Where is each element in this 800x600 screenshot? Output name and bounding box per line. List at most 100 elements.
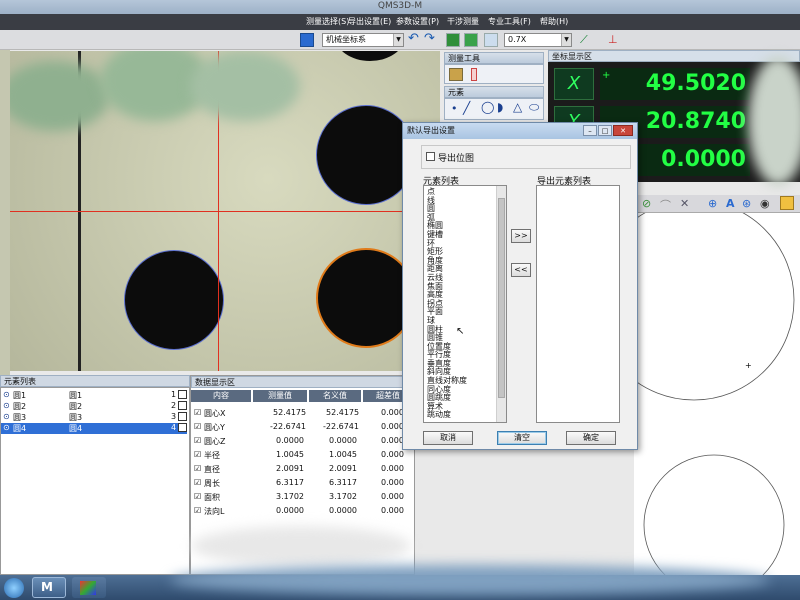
graphics-area[interactable]: + [593, 195, 800, 596]
element-checkbox[interactable] [178, 390, 187, 399]
measured-value: 6.3117 [276, 478, 304, 487]
app2-taskbar-button[interactable] [72, 577, 106, 598]
row-checkbox-icon[interactable]: ☑ [194, 436, 201, 445]
minimize-button[interactable]: – [583, 125, 597, 136]
row-checkbox-icon[interactable]: ☑ [194, 464, 201, 473]
crosshair-horizontal [10, 211, 440, 212]
tolerance-value: 0.000 [381, 478, 404, 487]
menu-help[interactable]: 帮助(H) [540, 16, 568, 27]
zoom-select[interactable]: 0.7X ▼ [504, 33, 572, 47]
snap-icon[interactable] [780, 196, 794, 210]
element-checkbox[interactable] [178, 412, 187, 421]
row-label: 直径 [204, 465, 220, 474]
menu-pro-tools[interactable]: 专业工具(F) [488, 16, 531, 27]
camera-view[interactable] [10, 51, 440, 371]
element-option[interactable]: 圆 [427, 205, 497, 214]
table-row[interactable]: ☑ 面积 3.1702 3.1702 0.000 [191, 490, 416, 504]
grid-tool-icon[interactable] [484, 33, 498, 47]
element-listbox[interactable]: 点线圆弧椭圆 键槽环矩形 角度 距离 云线 焦面 高度 拐点 平面球圆柱 圆锥 位置度 平行度 垂直度斜… [423, 185, 507, 423]
menu-export-settings[interactable]: 导出设置(E) [348, 16, 391, 27]
hole-bottom-left[interactable] [124, 250, 224, 350]
ok-button[interactable]: 确定 [566, 431, 616, 445]
qms-app-taskbar-button[interactable]: M [32, 577, 66, 598]
tolerance-value: 0.000 [381, 408, 404, 417]
undo-icon[interactable]: ↶ [408, 32, 422, 47]
menu-interference[interactable]: 干涉测量 [447, 16, 479, 27]
element-checkbox[interactable] [178, 401, 187, 410]
table-row[interactable]: ☑ 法向L 0.0000 0.0000 0.000 [191, 504, 416, 518]
fit-icon[interactable]: ⊛ [742, 197, 751, 210]
auto-zoom-icon[interactable]: A [726, 197, 735, 210]
elements-header: 元素 [444, 86, 544, 98]
redo-icon[interactable]: ↷ [424, 32, 438, 47]
light-tool-icon[interactable] [471, 68, 477, 81]
element-option[interactable]: 跳动度 [427, 411, 497, 420]
zoom-icon[interactable]: ⊕ [708, 197, 717, 210]
row-checkbox-icon[interactable]: ☑ [194, 450, 201, 459]
trend-icon[interactable]: ⟋ [580, 33, 594, 47]
element-option[interactable]: 点 [427, 187, 497, 197]
remove-element-button[interactable]: << [511, 263, 531, 277]
cancel-circle-icon[interactable]: ⊘ [642, 197, 651, 210]
camera-tool-icon[interactable] [449, 68, 463, 81]
arc-tool-icon[interactable]: ◗ [497, 100, 503, 114]
table-row[interactable]: ☑ 直径 2.0091 2.0091 0.000 [191, 462, 416, 476]
clear-button[interactable]: 清空 [497, 431, 547, 445]
scrollbar-thumb[interactable] [498, 198, 505, 398]
circle-tool-icon[interactable]: ◯ [481, 100, 494, 114]
list-item-selected[interactable]: ⊙ 圆4 圆4 4 [1, 423, 187, 434]
curve-icon[interactable]: ⌒ [660, 197, 671, 213]
list-item[interactable]: ⊙ 圆3 圆3 3 [1, 412, 187, 423]
nominal-value: -22.6741 [323, 422, 359, 431]
row-checkbox-icon[interactable]: ☑ [194, 478, 201, 487]
axis-icon[interactable]: ⊥ [608, 33, 622, 47]
row-checkbox-icon[interactable]: ☑ [194, 408, 201, 417]
element-option[interactable]: 线 [427, 196, 497, 206]
table-row[interactable]: ☑ 圆心Y -22.6741 -22.6741 0.000 [191, 420, 416, 434]
hole-bottom-right-selected[interactable] [316, 248, 416, 348]
point-tool-icon[interactable]: • [451, 102, 458, 115]
table-row[interactable]: ☑ 半径 1.0045 1.0045 0.000 [191, 448, 416, 462]
list-item[interactable]: ⊙ 圆1 圆1 1 [1, 390, 187, 401]
table-row[interactable]: ☑ 圆心Z 0.0000 0.0000 0.000 [191, 434, 416, 448]
checkbox-group: 导出位图 [421, 145, 631, 169]
triangle-tool-icon[interactable]: △ [513, 100, 522, 114]
add-element-button[interactable]: >> [511, 229, 531, 243]
measured-value: 1.0045 [276, 450, 304, 459]
eye-icon[interactable]: ◉ [760, 197, 770, 210]
menu-param-settings[interactable]: 参数设置(P) [396, 16, 439, 27]
element-option[interactable]: 平面 [427, 308, 497, 317]
close-button[interactable]: ✕ [613, 125, 633, 136]
coord-system-select[interactable]: 机械坐标系 ▼ [322, 33, 404, 47]
export-listbox[interactable] [536, 185, 620, 423]
element-option[interactable]: 键槽 [427, 230, 497, 240]
table-row[interactable]: ☑ 圆心X 52.4175 52.4175 0.000 [191, 406, 416, 420]
cancel-button[interactable]: 取消 [423, 431, 473, 445]
row-checkbox-icon[interactable]: ☑ [194, 506, 201, 515]
blue-toggle-button[interactable] [300, 33, 314, 47]
menu-measure-select[interactable]: 测量选择(S) [306, 16, 349, 27]
start-button[interactable] [4, 578, 24, 598]
row-checkbox-icon[interactable]: ☑ [194, 422, 201, 431]
row-checkbox-icon[interactable]: ☑ [194, 492, 201, 501]
tolerance-value: 0.000 [381, 422, 404, 431]
cross-icon[interactable]: ✕ [680, 197, 689, 210]
x-axis-icon[interactable]: X [554, 68, 594, 100]
list-item[interactable]: ⊙ 圆2 圆2 2 [1, 401, 187, 412]
line-tool-icon[interactable]: ╱ [463, 101, 470, 115]
image-tool-2-icon[interactable] [464, 33, 478, 47]
table-row[interactable]: ☑ 周长 6.3117 6.3117 0.000 [191, 476, 416, 490]
element-index: 4 [171, 423, 177, 432]
ellipse-tool-icon[interactable]: ⬭ [529, 100, 539, 115]
element-checkbox[interactable] [178, 423, 187, 432]
x-sign: + [602, 70, 611, 81]
export-settings-dialog: 默认导出设置 – □ ✕ 导出位图 元素列表 导出元素列表 点线圆弧椭圆 键槽环矩… [402, 122, 638, 450]
data-panel-title: 数据显示区 [195, 378, 235, 387]
maximize-button[interactable]: □ [598, 125, 612, 136]
blur-overlay [191, 526, 411, 566]
circle-icon: ⊙ [3, 390, 10, 399]
hole-top-right[interactable] [316, 105, 416, 205]
listbox-scrollbar[interactable] [496, 186, 506, 422]
export-bitmap-checkbox[interactable] [426, 152, 435, 161]
image-tool-icon[interactable] [446, 33, 460, 47]
